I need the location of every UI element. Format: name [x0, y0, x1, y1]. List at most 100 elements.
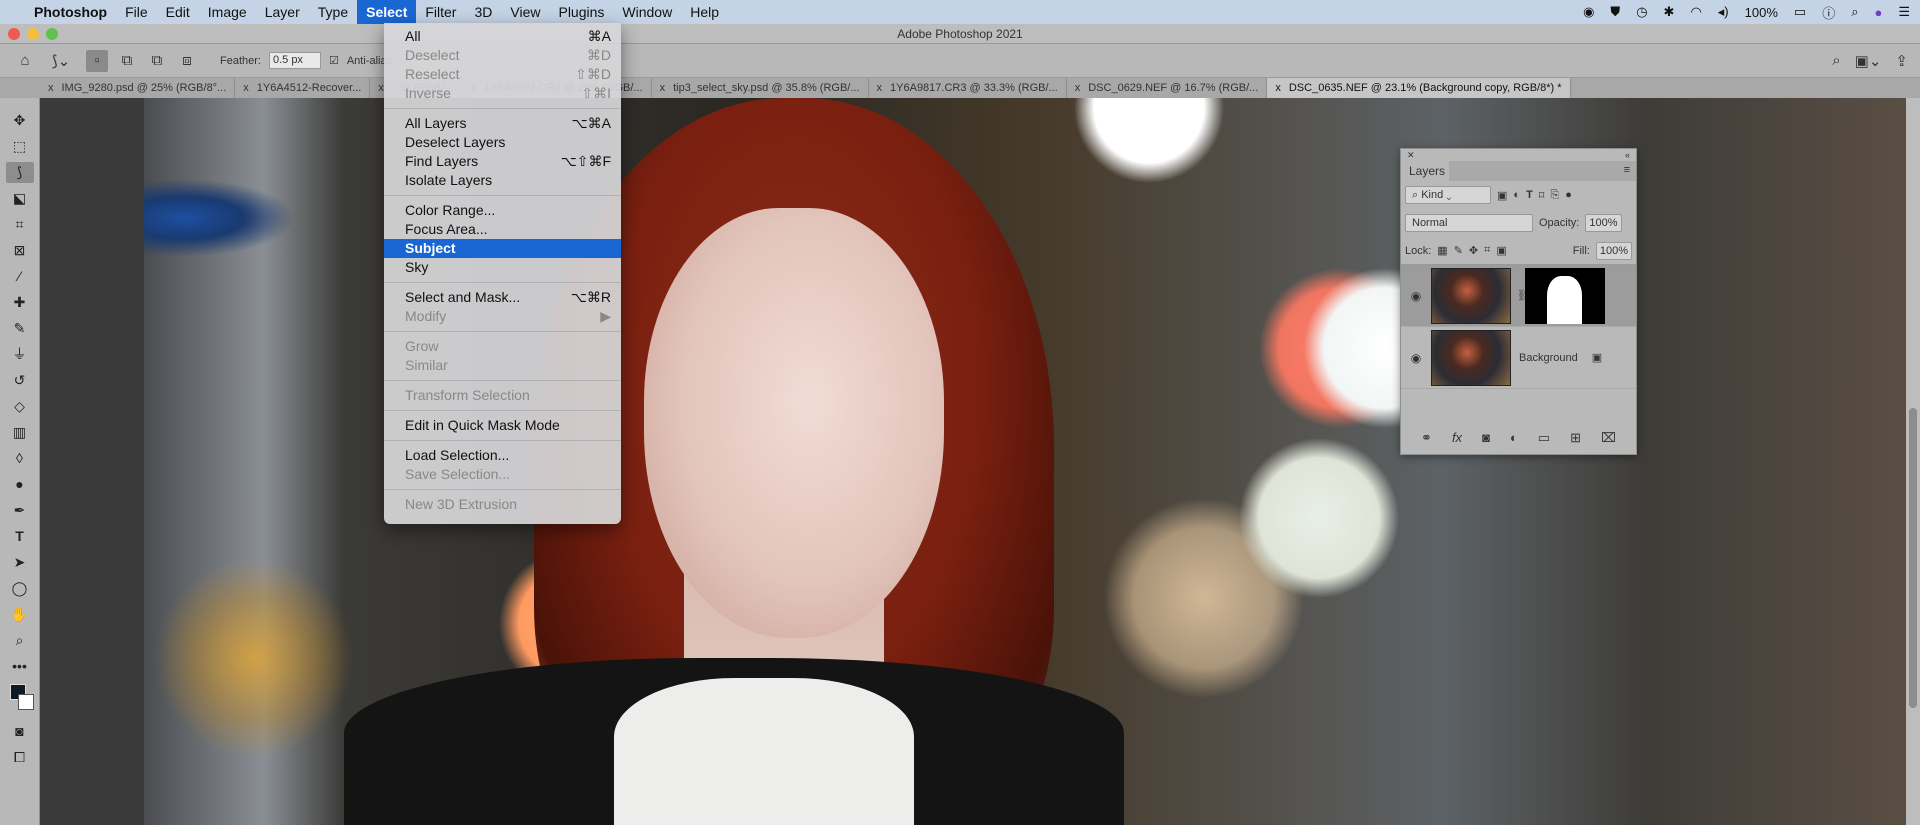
menu-item-subject[interactable]: Subject: [384, 239, 621, 258]
screen-mode-icon[interactable]: ⧠: [6, 747, 34, 768]
time-machine-icon[interactable]: ◷: [1636, 4, 1647, 20]
hand-tool-icon[interactable]: ✋: [6, 604, 34, 625]
new-selection-icon[interactable]: ▫: [86, 49, 108, 72]
panel-menu-icon[interactable]: ≡: [1624, 164, 1630, 176]
more-tools-icon[interactable]: •••: [6, 656, 34, 677]
apple-menu-icon[interactable]: [0, 0, 25, 24]
menu-item-focus-area[interactable]: Focus Area...: [384, 220, 621, 239]
pen-tool-icon[interactable]: ✒: [6, 500, 34, 521]
filter-smartobject-icon[interactable]: ⎘: [1550, 189, 1559, 202]
zoom-window-button[interactable]: [46, 28, 58, 40]
path-selection-tool-icon[interactable]: ➤: [6, 552, 34, 573]
gradient-tool-icon[interactable]: ▥: [6, 422, 34, 443]
feather-input[interactable]: 0.5 px: [268, 52, 321, 69]
filter-shape-icon[interactable]: ⌑: [1539, 189, 1545, 202]
layer-row-background[interactable]: ◉ Background ▣: [1401, 327, 1636, 389]
type-tool-icon[interactable]: T: [6, 526, 34, 547]
lasso-tool-preset-icon[interactable]: ⟆⌄: [44, 50, 78, 72]
lasso-tool-icon[interactable]: ⟆: [5, 162, 34, 183]
add-mask-icon[interactable]: ◙: [1482, 430, 1490, 446]
shape-tool-icon[interactable]: ◯: [6, 578, 34, 599]
close-tab-icon[interactable]: x: [1075, 82, 1081, 94]
search-icon[interactable]: ⌕: [1832, 52, 1840, 70]
move-tool-icon[interactable]: ✥: [6, 110, 34, 131]
battery-icon[interactable]: ▭: [1794, 4, 1806, 20]
menu-app[interactable]: Photoshop: [25, 0, 116, 24]
link-layers-icon[interactable]: ⚭: [1421, 430, 1432, 446]
menu-item-edit-in-quick-mask-mode[interactable]: Edit in Quick Mask Mode: [384, 416, 621, 435]
healing-brush-tool-icon[interactable]: ✚: [6, 292, 34, 313]
menu-item-all-layers[interactable]: All Layers ⌥⌘A: [384, 114, 621, 133]
quick-mask-icon[interactable]: ◙: [6, 721, 34, 742]
document-tab[interactable]: x 1Y6A4512-Recover...: [235, 78, 371, 98]
antialias-checkbox[interactable]: ☑: [329, 54, 339, 67]
opacity-input[interactable]: 100%: [1585, 214, 1622, 232]
delete-layer-icon[interactable]: ⌧: [1601, 430, 1616, 446]
blur-tool-icon[interactable]: ◊: [6, 448, 34, 469]
lock-artboard-icon[interactable]: ⌗: [1484, 244, 1490, 257]
subtract-selection-icon[interactable]: ⧉: [146, 50, 168, 72]
battery-percent[interactable]: 100%: [1745, 5, 1778, 20]
menu-3d[interactable]: 3D: [465, 0, 501, 24]
close-panel-icon[interactable]: ✕: [1407, 149, 1415, 161]
close-tab-icon[interactable]: x: [1275, 82, 1281, 94]
close-tab-icon[interactable]: x: [660, 82, 666, 94]
visibility-eye-icon[interactable]: ◉: [1401, 289, 1431, 303]
layer-style-fx-icon[interactable]: fx: [1452, 430, 1462, 446]
wifi-icon[interactable]: ◠: [1690, 4, 1701, 20]
layer-row-background-copy[interactable]: ◉ ⛓: [1401, 265, 1636, 327]
menu-item-all[interactable]: All ⌘A: [384, 27, 621, 46]
new-group-icon[interactable]: ▭: [1538, 430, 1550, 446]
workspace-icon[interactable]: ▣⌄: [1855, 52, 1882, 70]
zoom-tool-icon[interactable]: ⌕: [6, 630, 34, 651]
document-tab[interactable]: x IMG_9280.psd @ 25% (RGB/8°...: [40, 78, 236, 98]
document-tab[interactable]: x 1Y6A9817.CR3 @ 33.3% (RGB/...: [869, 78, 1067, 98]
menu-select[interactable]: Select: [357, 0, 417, 24]
control-center-icon[interactable]: ☰: [1898, 4, 1910, 20]
filter-type-icon[interactable]: T: [1526, 189, 1533, 201]
menu-item-find-layers[interactable]: Find Layers ⌥⇧⌘F: [384, 152, 621, 171]
brush-tool-icon[interactable]: ✎: [6, 318, 34, 339]
marquee-tool-icon[interactable]: ⬚: [6, 136, 34, 157]
menu-image[interactable]: Image: [199, 0, 256, 24]
menu-item-sky[interactable]: Sky: [384, 258, 621, 277]
lock-transparency-icon[interactable]: ▦: [1437, 244, 1447, 257]
document-tab[interactable]: x tip3_select_sky.psd @ 35.8% (RGB/...: [652, 78, 869, 98]
menu-type[interactable]: Type: [309, 0, 357, 24]
menu-window[interactable]: Window: [613, 0, 681, 24]
menu-item-select-and-mask[interactable]: Select and Mask... ⌥⌘R: [384, 288, 621, 307]
layers-tab[interactable]: Layers: [1401, 161, 1449, 181]
menu-layer[interactable]: Layer: [256, 0, 309, 24]
document-tab[interactable]: x DSC_0629.NEF @ 16.7% (RGB/...: [1067, 78, 1268, 98]
add-selection-icon[interactable]: ⧉: [116, 50, 138, 72]
filter-kind-dropdown[interactable]: ⌕ Kind ⌄: [1405, 186, 1491, 204]
new-layer-icon[interactable]: ⊞: [1570, 430, 1581, 446]
close-tab-icon[interactable]: x: [243, 82, 249, 94]
menu-file[interactable]: File: [116, 0, 157, 24]
minimize-window-button[interactable]: [27, 28, 39, 40]
frame-tool-icon[interactable]: ⊠: [6, 240, 34, 261]
close-tab-icon[interactable]: x: [378, 82, 384, 94]
menu-item-deselect-layers[interactable]: Deselect Layers: [384, 133, 621, 152]
filter-adjustment-icon[interactable]: ◐: [1513, 189, 1520, 201]
adjustment-layer-icon[interactable]: ◐: [1510, 430, 1518, 446]
close-tab-icon[interactable]: x: [48, 82, 54, 94]
info-icon[interactable]: ⓘ: [1822, 3, 1835, 22]
history-brush-tool-icon[interactable]: ↺: [6, 370, 34, 391]
menu-view[interactable]: View: [501, 0, 549, 24]
lock-all-icon[interactable]: ▣: [1496, 244, 1506, 257]
intersect-selection-icon[interactable]: ⧈: [176, 50, 198, 72]
bluetooth-icon[interactable]: ✱: [1664, 4, 1675, 20]
close-tab-icon[interactable]: x: [877, 82, 883, 94]
blend-mode-dropdown[interactable]: Normal: [1405, 214, 1533, 232]
dodge-tool-icon[interactable]: ●: [6, 474, 34, 495]
close-window-button[interactable]: [8, 28, 20, 40]
home-icon[interactable]: ⌂: [14, 50, 36, 72]
menu-filter[interactable]: Filter: [416, 0, 465, 24]
lock-position-icon[interactable]: ✥: [1469, 244, 1478, 257]
filter-pixel-icon[interactable]: ▣: [1497, 189, 1507, 202]
menu-help[interactable]: Help: [681, 0, 728, 24]
menu-edit[interactable]: Edit: [157, 0, 199, 24]
shield-icon[interactable]: ⛊: [1610, 4, 1620, 20]
menu-item-color-range[interactable]: Color Range...: [384, 201, 621, 220]
